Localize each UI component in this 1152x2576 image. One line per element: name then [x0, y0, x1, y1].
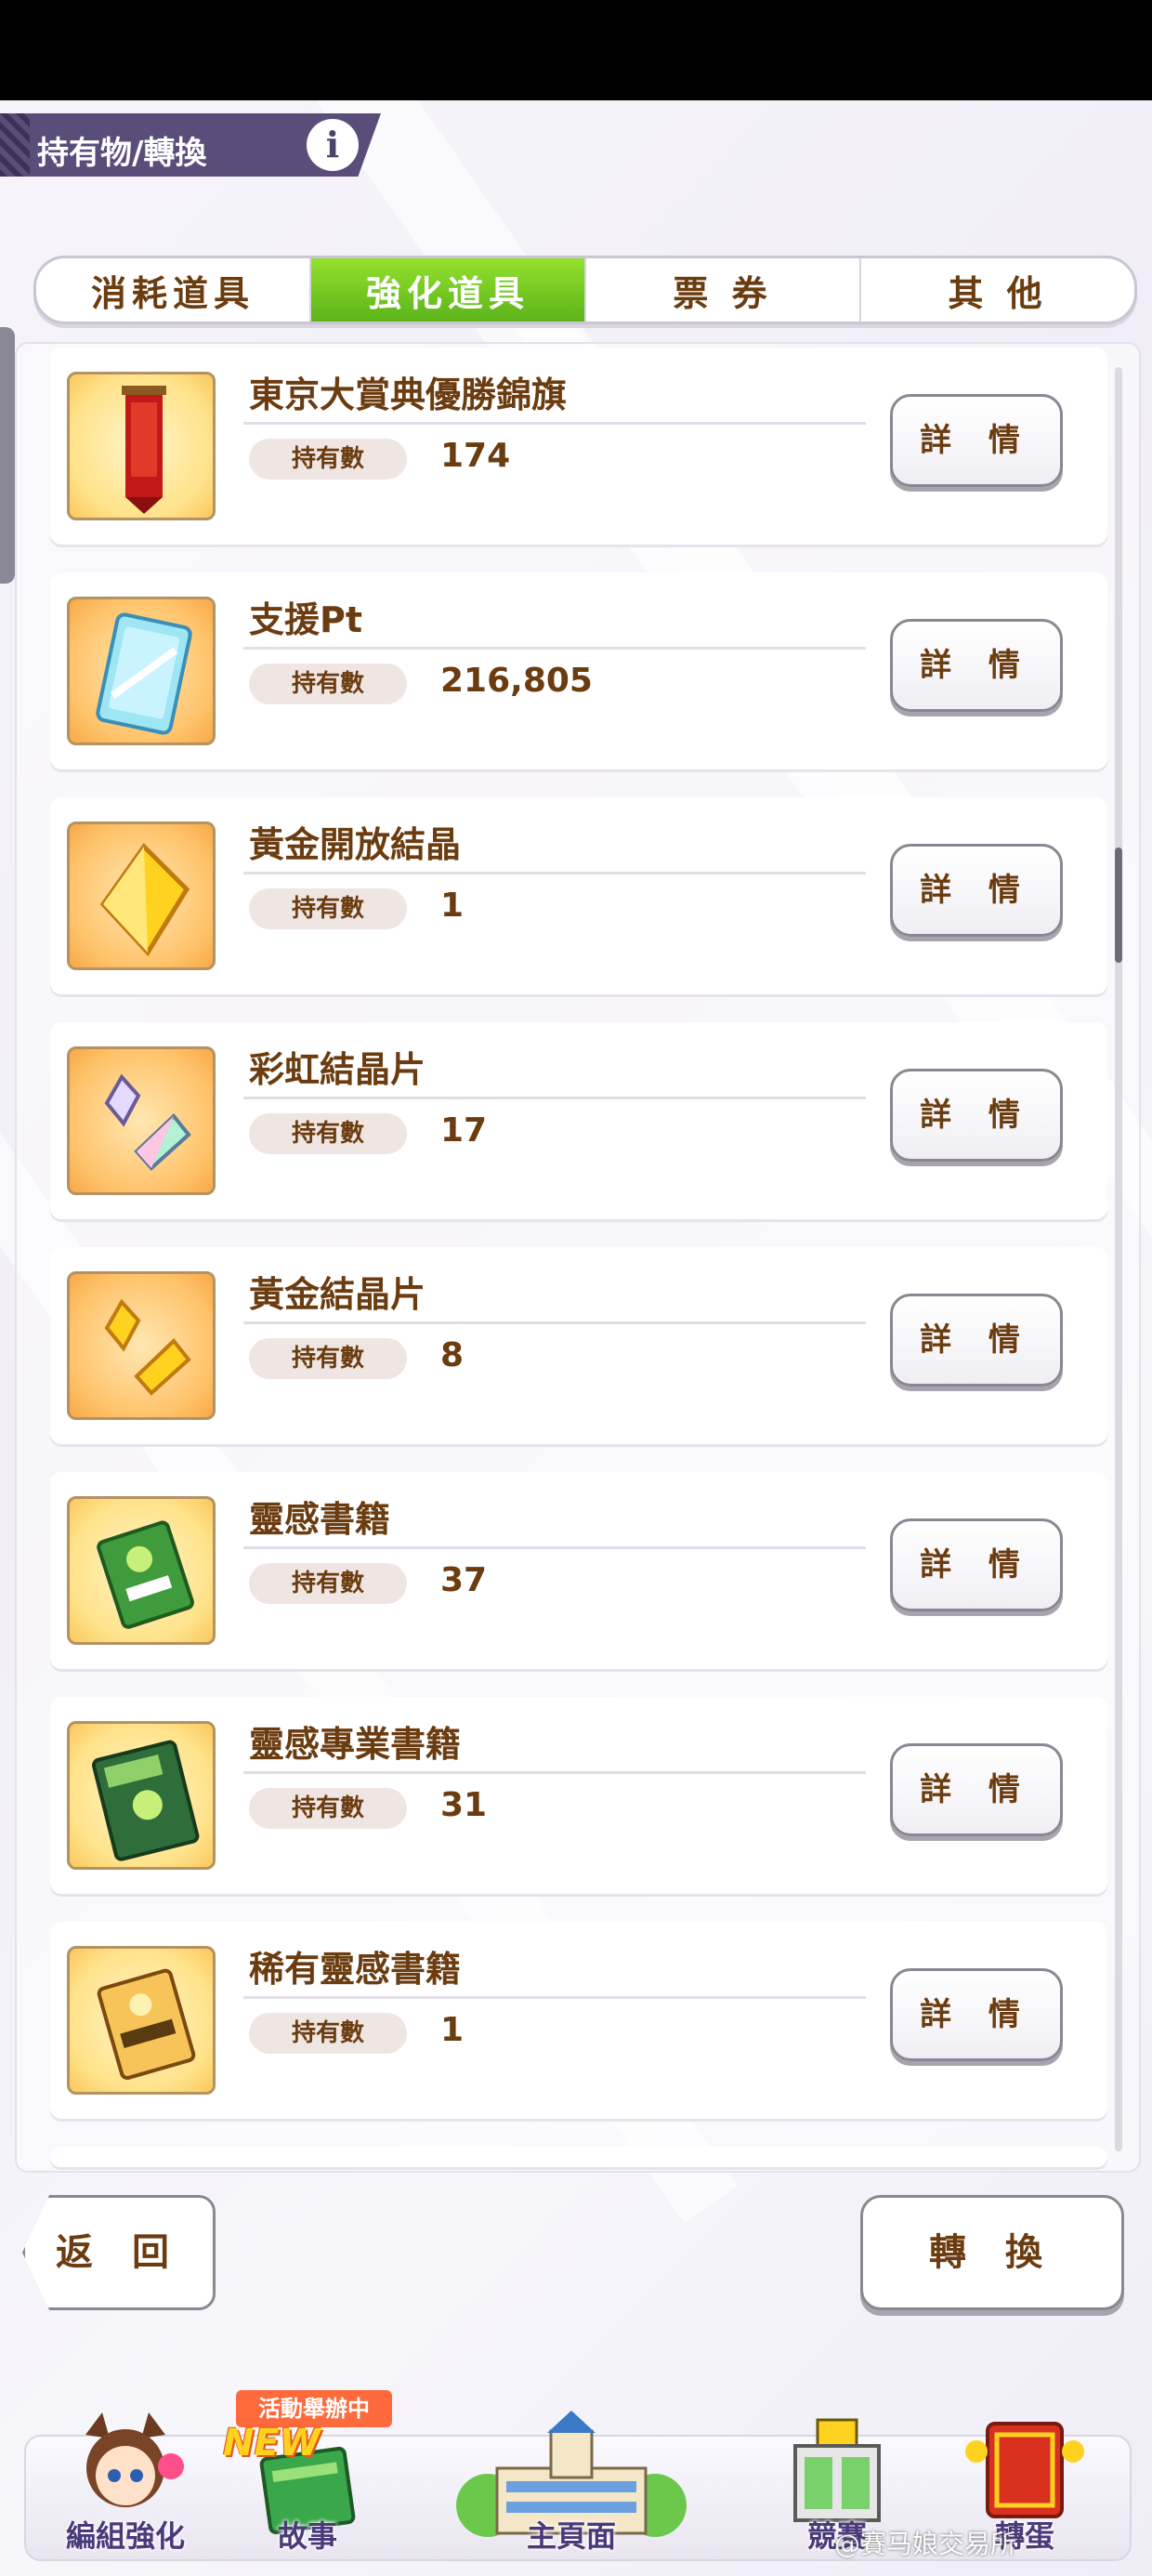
- pro-book-icon: [67, 1721, 216, 1870]
- count-value: 1: [440, 2011, 465, 2049]
- divider: [243, 1097, 866, 1099]
- detail-button[interactable]: 詳 情: [890, 844, 1063, 937]
- item-name: 靈感書籍: [249, 1499, 391, 1540]
- nav-label: 主頁面: [526, 2518, 616, 2554]
- rare-book-icon: [67, 1946, 216, 2095]
- item-name: 黃金結晶片: [249, 1274, 426, 1315]
- count-label: 持有數: [249, 1338, 407, 1379]
- item-name: 黃金開放結晶: [249, 824, 462, 865]
- gold-shard-icon: [67, 1271, 216, 1420]
- page-title: 持有物/轉換: [37, 135, 207, 172]
- divider: [243, 1996, 866, 1999]
- character-icon: [85, 2412, 184, 2507]
- green-book-icon: [67, 1496, 216, 1645]
- side-handle[interactable]: [0, 327, 15, 584]
- back-button[interactable]: 返 回: [22, 2195, 216, 2310]
- count-label: 持有數: [249, 1563, 407, 1604]
- list-item: 支援Pt 持有數 216,805 詳 情: [50, 572, 1107, 769]
- tab-tickets[interactable]: 票 券: [586, 258, 861, 322]
- nav-label: 編組強化: [65, 2518, 185, 2554]
- divider: [243, 1771, 866, 1774]
- divider: [243, 872, 866, 874]
- count-value: 37: [440, 1561, 488, 1599]
- scrollbar-thumb[interactable]: [1115, 848, 1122, 963]
- count-label: 持有數: [249, 664, 407, 704]
- count-label: 持有數: [249, 439, 407, 480]
- list-item: 東京大賞典優勝錦旗 持有數 174 詳 情: [50, 348, 1107, 545]
- divider: [243, 647, 866, 650]
- divider: [243, 1321, 866, 1324]
- item-name: 東京大賞典優勝錦旗: [249, 375, 568, 415]
- list-item: 靈感專業書籍 持有數 31 詳 情: [50, 1697, 1107, 1894]
- list-item: [50, 2147, 1107, 2167]
- detail-button[interactable]: 詳 情: [890, 619, 1063, 712]
- count-label: 持有數: [249, 888, 407, 929]
- tab-enhancement[interactable]: 強化道具: [311, 258, 586, 322]
- item-name: 彩虹結晶片: [249, 1049, 426, 1090]
- list-item: 彩虹結晶片 持有數 17 詳 情: [50, 1022, 1107, 1219]
- convert-button[interactable]: 轉 換: [860, 2195, 1124, 2310]
- nav-team-enhance[interactable]: 編組強化: [37, 2398, 214, 2565]
- detail-button[interactable]: 詳 情: [890, 1069, 1063, 1162]
- new-badge: NEW: [223, 2422, 321, 2464]
- info-button[interactable]: i: [307, 119, 359, 171]
- item-name: 靈感專業書籍: [249, 1724, 462, 1765]
- count-value: 8: [440, 1336, 465, 1374]
- gold-crystal-icon: [67, 821, 216, 970]
- nav-home[interactable]: 主頁面: [409, 2398, 734, 2565]
- category-tabs: 消耗道具 強化道具 票 券 其 他: [33, 256, 1137, 324]
- tab-others[interactable]: 其 他: [861, 258, 1134, 322]
- list-item: 靈感書籍 持有數 37 詳 情: [50, 1472, 1107, 1669]
- detail-button[interactable]: 詳 情: [890, 1294, 1063, 1387]
- list-item: 黃金開放結晶 持有數 1 詳 情: [50, 797, 1107, 994]
- count-value: 174: [440, 437, 511, 475]
- watermark: @賽马娘交易所: [834, 2529, 1017, 2559]
- count-label: 持有數: [249, 2013, 407, 2054]
- item-name: 稀有靈感書籍: [249, 1949, 462, 1990]
- count-label: 持有數: [249, 1113, 407, 1154]
- rainbow-shard-icon: [67, 1046, 216, 1195]
- scrollbar-track[interactable]: [1115, 367, 1122, 2151]
- status-bar: [0, 0, 1152, 100]
- list-item: 稀有靈感書籍 持有數 1 詳 情: [50, 1922, 1107, 2119]
- count-value: 31: [440, 1786, 488, 1824]
- tab-consumables[interactable]: 消耗道具: [36, 258, 311, 322]
- detail-button[interactable]: 詳 情: [890, 1518, 1063, 1611]
- divider: [243, 1546, 866, 1549]
- support-card-icon: [67, 597, 216, 745]
- pennant-icon: [67, 372, 216, 520]
- detail-button[interactable]: 詳 情: [890, 1968, 1063, 2061]
- divider: [243, 422, 866, 425]
- nav-label: 故事: [277, 2518, 337, 2554]
- count-value: 17: [440, 1111, 488, 1150]
- count-label: 持有數: [249, 1788, 407, 1829]
- detail-button[interactable]: 詳 情: [890, 394, 1063, 487]
- list-item: 黃金結晶片 持有數 8 詳 情: [50, 1247, 1107, 1444]
- detail-button[interactable]: 詳 情: [890, 1743, 1063, 1836]
- count-value: 1: [440, 887, 465, 925]
- count-value: 216,805: [440, 662, 593, 700]
- item-name: 支援Pt: [249, 599, 363, 640]
